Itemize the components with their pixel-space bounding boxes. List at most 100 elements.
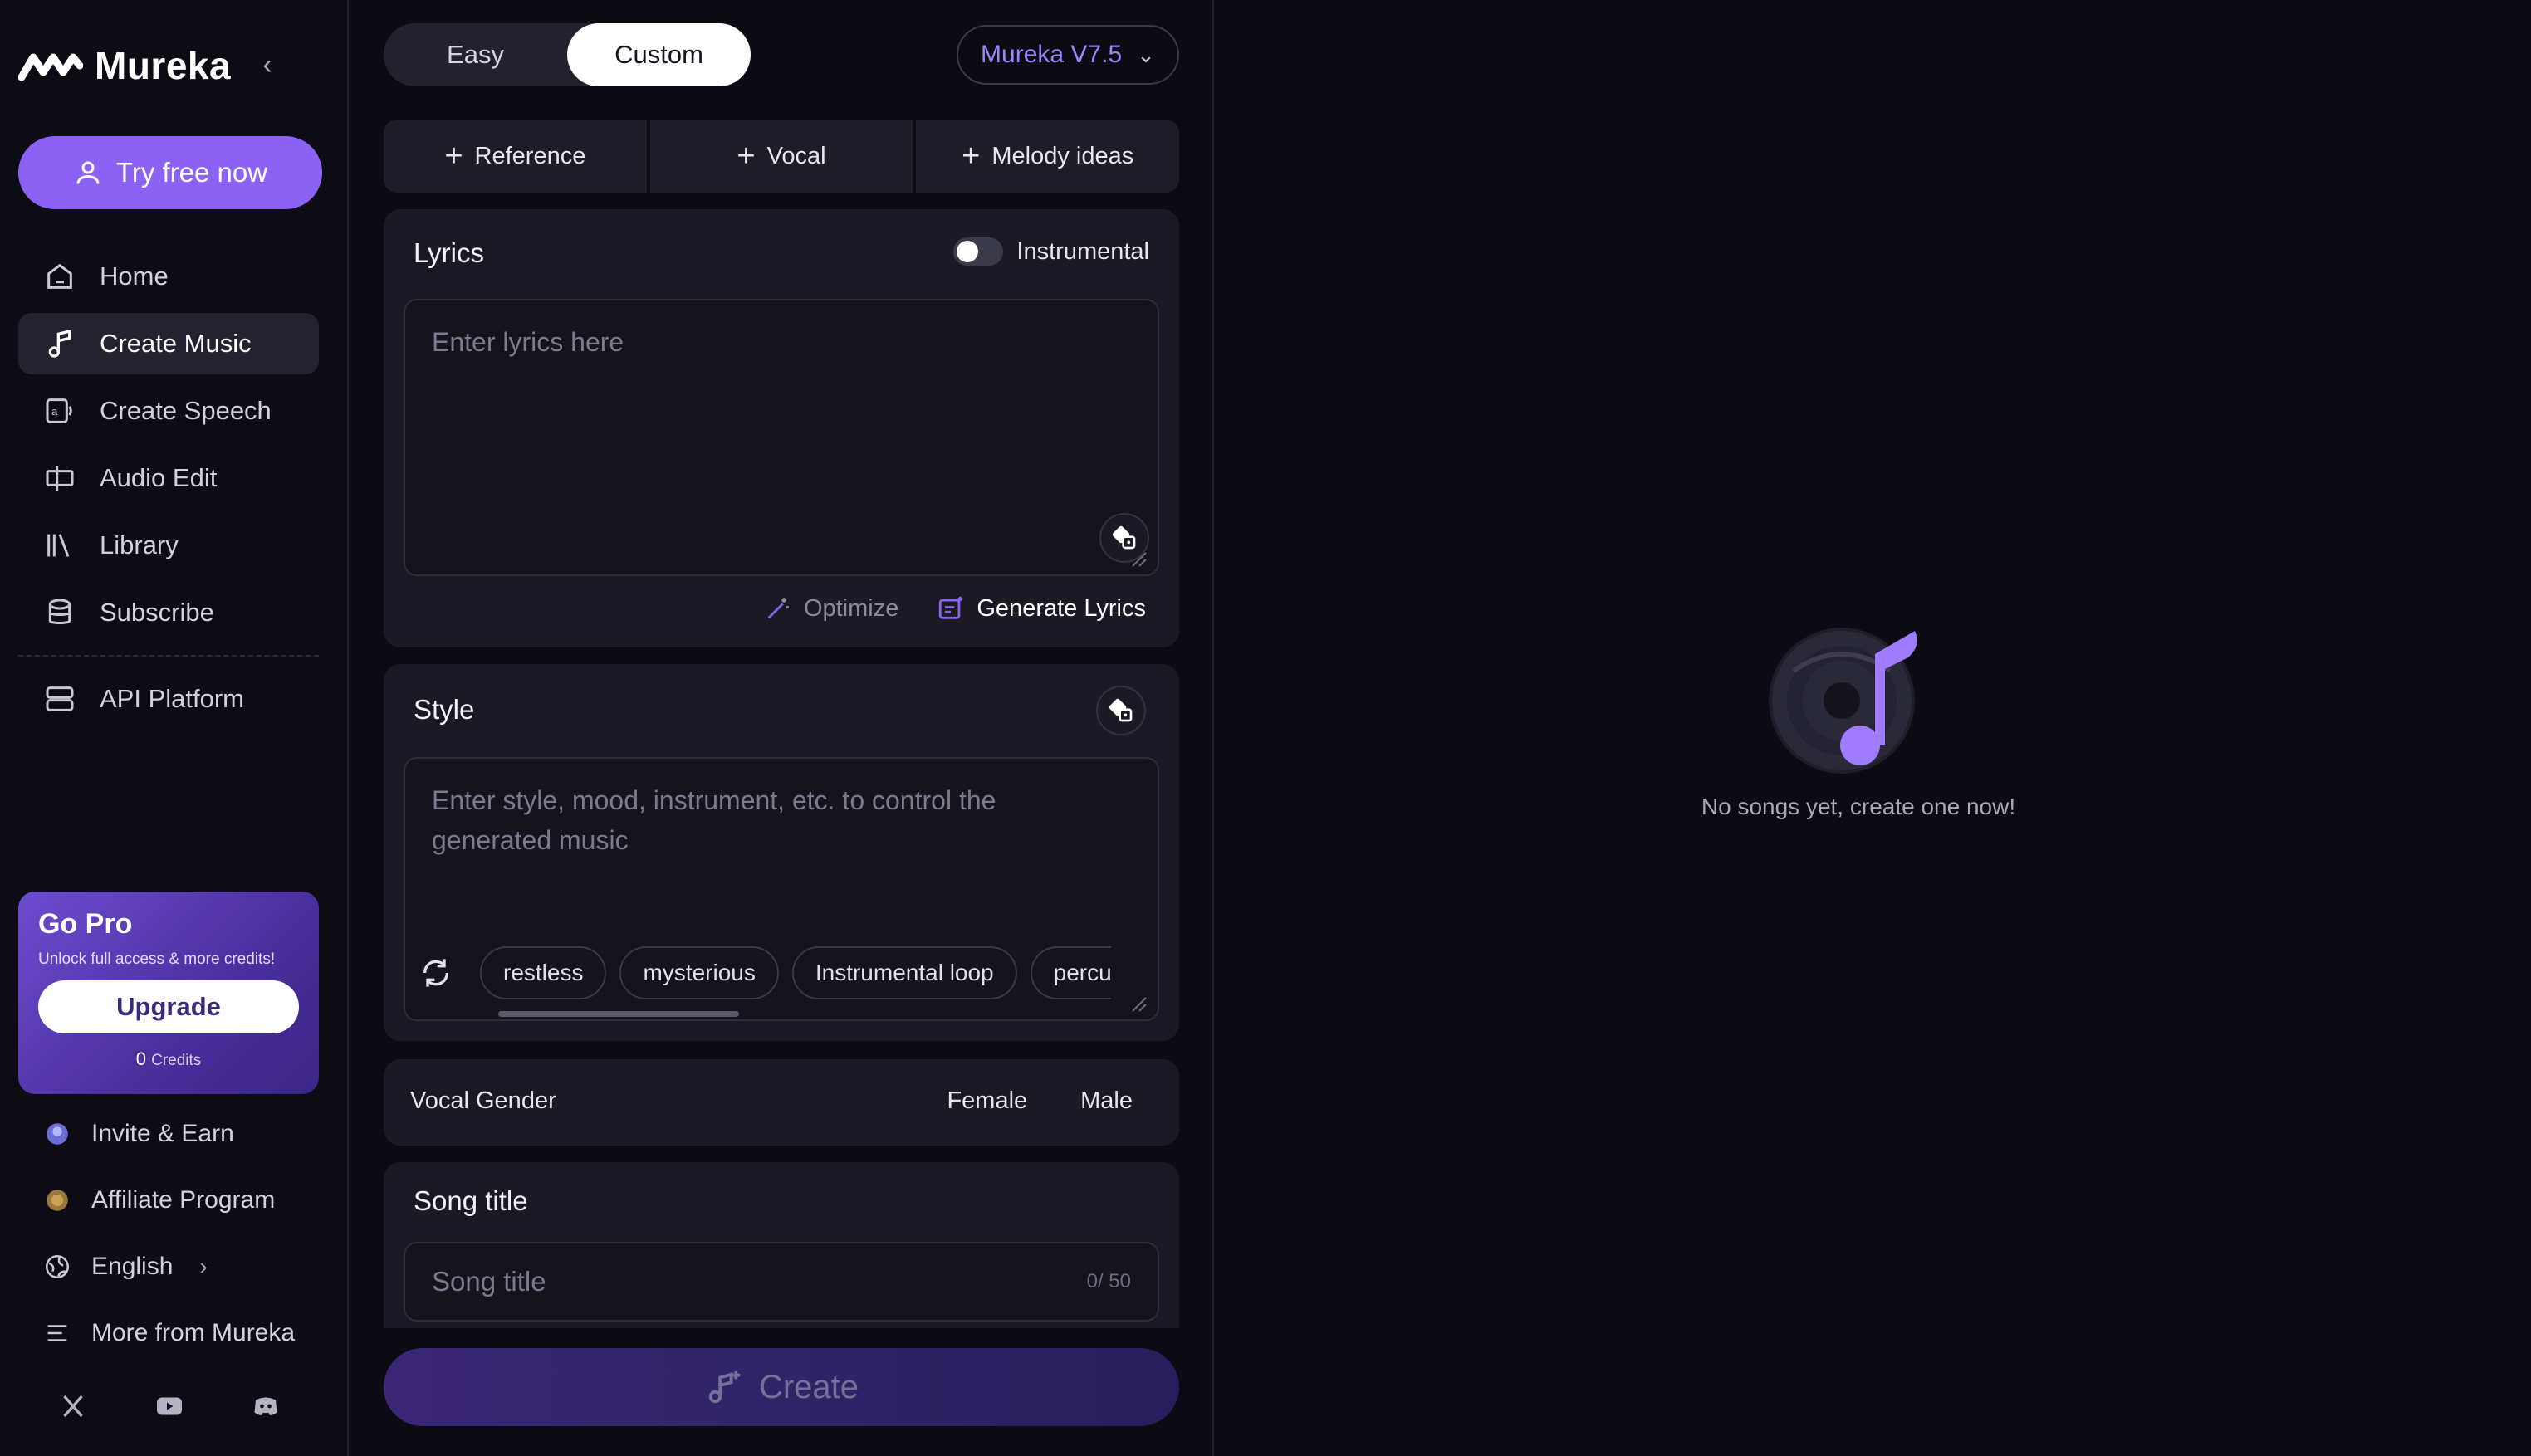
- vocal-gender-female[interactable]: Female: [947, 1087, 1027, 1115]
- home-icon: [47, 263, 72, 289]
- mureka-logo-icon: [18, 53, 83, 81]
- song-title-heading: Song title: [414, 1185, 528, 1216]
- optimize-label: Optimize: [803, 594, 899, 622]
- vocal-gender-label: Vocal Gender: [410, 1087, 556, 1114]
- sidebar-item-audio-edit[interactable]: Audio Edit: [18, 447, 319, 509]
- invite-earn-label: Invite & Earn: [91, 1120, 234, 1147]
- plus-icon: +: [444, 139, 463, 173]
- refresh-icon: [423, 959, 449, 987]
- affiliate-program-label: Affiliate Program: [91, 1186, 276, 1214]
- sidebar-item-library[interactable]: Library: [18, 515, 319, 576]
- sidebar-item-label: API Platform: [100, 684, 244, 713]
- random-style-button[interactable]: [1096, 686, 1146, 735]
- model-select[interactable]: Mureka V7.5 ⌄: [957, 25, 1179, 85]
- style-tag[interactable]: percu: [1030, 946, 1111, 999]
- sidebar-item-label: Subscribe: [100, 598, 214, 627]
- generate-lyrics-button[interactable]: Generate Lyrics: [937, 594, 1146, 623]
- refresh-tags-button[interactable]: [414, 950, 458, 995]
- dice-icon: [1112, 525, 1136, 550]
- create-button[interactable]: Create: [384, 1348, 1179, 1426]
- create-music-form: Easy Custom Mureka V7.5 ⌄ + Reference + …: [384, 0, 1180, 1456]
- generate-lyrics-label: Generate Lyrics: [977, 594, 1146, 622]
- music-note-icon: [48, 329, 71, 358]
- discord-icon[interactable]: [251, 1391, 281, 1421]
- instrumental-switch[interactable]: [953, 237, 1004, 266]
- create-label: Create: [758, 1368, 859, 1405]
- audio-edit-icon: [46, 466, 74, 491]
- language-label: English: [91, 1253, 174, 1280]
- tags-scrollbar[interactable]: [498, 1011, 739, 1017]
- sidebar-item-label: Audio Edit: [100, 463, 218, 492]
- add-melody-ideas-label: Melody ideas: [991, 142, 1134, 169]
- music-add-icon: [708, 1370, 741, 1404]
- resize-handle-icon[interactable]: [1129, 550, 1148, 568]
- style-placeholder: Enter style, mood, instrument, etc. to c…: [432, 785, 996, 855]
- lyrics-actions: Optimize Generate Lyrics: [764, 594, 1146, 623]
- vinyl-music-icon: [1769, 628, 1917, 774]
- sidebar: Mureka ‹ Try free now Home Create Music …: [0, 0, 349, 1456]
- add-reference-button[interactable]: + Reference: [384, 120, 647, 193]
- tab-easy[interactable]: Easy: [384, 23, 567, 86]
- sidebar-item-label: Create Speech: [100, 396, 272, 425]
- social-links: [58, 1391, 281, 1421]
- sidebar-item-create-speech[interactable]: a Create Speech: [18, 380, 319, 442]
- resize-handle-icon[interactable]: [1129, 994, 1148, 1013]
- add-options-row: + Reference + Vocal + Melody ideas: [384, 120, 1180, 193]
- plus-icon: +: [962, 139, 981, 173]
- add-vocal-button[interactable]: + Vocal: [649, 120, 913, 193]
- invite-icon: [47, 1123, 68, 1145]
- speech-icon: a: [46, 398, 72, 423]
- style-title: Style: [414, 694, 475, 725]
- chevron-down-icon: ⌄: [1137, 42, 1155, 67]
- youtube-icon[interactable]: [154, 1391, 184, 1421]
- add-melody-ideas-button[interactable]: + Melody ideas: [916, 120, 1180, 193]
- sidebar-item-label: Home: [100, 261, 169, 291]
- language-selector[interactable]: English ›: [18, 1234, 319, 1300]
- vocal-gender-male[interactable]: Male: [1080, 1087, 1133, 1115]
- more-from-mureka-link[interactable]: More from Mureka: [18, 1300, 319, 1366]
- server-icon: [46, 686, 74, 711]
- go-pro-subtitle: Unlock full access & more credits!: [38, 950, 276, 968]
- database-icon: [48, 599, 71, 624]
- invite-earn-link[interactable]: Invite & Earn: [18, 1101, 319, 1167]
- bottom-nav: Invite & Earn Affiliate Program English …: [18, 1101, 319, 1366]
- user-icon: [76, 161, 100, 184]
- sidebar-item-api-platform[interactable]: API Platform: [18, 668, 319, 730]
- song-title-placeholder: Song title: [432, 1266, 546, 1297]
- magic-wand-icon: [767, 598, 789, 619]
- brand-name: Mureka: [95, 44, 232, 87]
- model-select-value: Mureka V7.5: [981, 41, 1123, 68]
- try-free-button[interactable]: Try free now: [18, 136, 322, 209]
- affiliate-program-link[interactable]: Affiliate Program: [18, 1167, 319, 1234]
- main-nav: Home Create Music a Create Speech Audio …: [18, 246, 319, 735]
- sidebar-item-subscribe[interactable]: Subscribe: [18, 582, 319, 643]
- instrumental-toggle[interactable]: Instrumental: [953, 237, 1149, 266]
- logo[interactable]: Mureka: [18, 43, 231, 88]
- generate-lyrics-icon: [939, 596, 963, 619]
- style-tag[interactable]: restless: [480, 946, 607, 999]
- style-tags: restless mysterious Instrumental loop pe…: [414, 946, 1111, 999]
- style-tag[interactable]: Instrumental loop: [791, 946, 1017, 999]
- vocal-gender-card: Vocal Gender Female Male: [384, 1059, 1179, 1146]
- upgrade-button[interactable]: Upgrade: [38, 980, 299, 1033]
- style-tag[interactable]: mysterious: [619, 946, 779, 999]
- collapse-sidebar-icon[interactable]: ‹: [254, 51, 281, 79]
- optimize-button[interactable]: Optimize: [764, 594, 898, 623]
- menu-icon: [47, 1325, 67, 1341]
- add-vocal-label: Vocal: [766, 142, 826, 169]
- lyrics-placeholder: Enter lyrics here: [432, 327, 624, 357]
- song-title-input[interactable]: Song title 0/ 50: [404, 1242, 1159, 1322]
- mode-toggle: Easy Custom: [384, 23, 751, 86]
- sidebar-item-home[interactable]: Home: [18, 246, 319, 307]
- sidebar-item-create-music[interactable]: Create Music: [18, 313, 319, 374]
- globe-icon: [45, 1254, 70, 1279]
- style-card: Style Enter style, mood, instrument, etc…: [384, 664, 1179, 1041]
- lyrics-input[interactable]: Enter lyrics here: [404, 299, 1159, 576]
- songs-panel: No songs yet, create one now!: [1212, 0, 2531, 1456]
- x-icon[interactable]: [58, 1391, 88, 1421]
- try-free-label: Try free now: [115, 157, 268, 188]
- library-icon: [47, 534, 70, 557]
- tab-custom[interactable]: Custom: [567, 23, 751, 86]
- nav-divider: [18, 655, 319, 657]
- more-from-mureka-label: More from Mureka: [91, 1319, 296, 1346]
